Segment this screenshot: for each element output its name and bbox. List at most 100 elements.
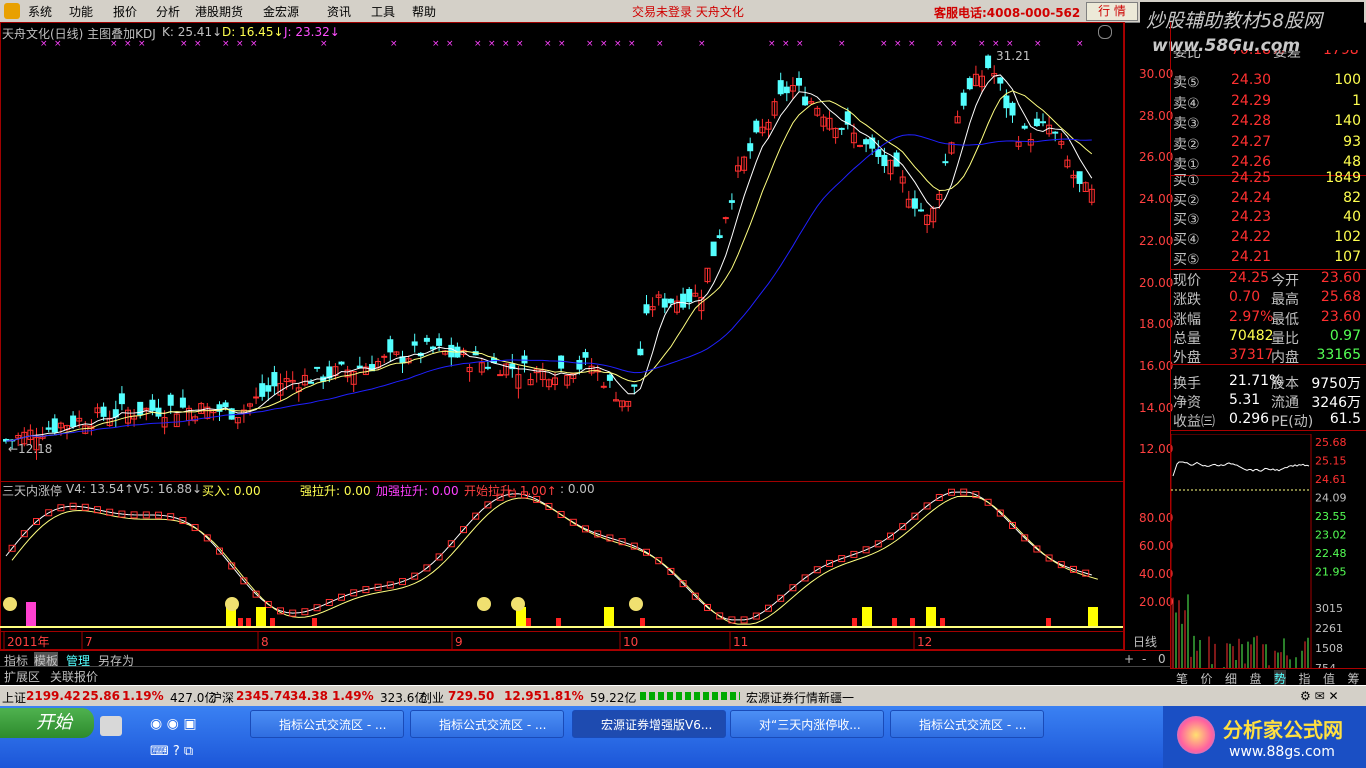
signal-mark: × bbox=[558, 39, 566, 49]
news-ticker[interactable]: 宏源证券行情新疆一 bbox=[746, 689, 854, 706]
candle-body bbox=[857, 144, 863, 147]
signal-mark: × bbox=[250, 39, 258, 49]
taskbar: 开始 ◉ ◉ ▣ 指标公式交流区 - ... 指标公式交流区 - ... 宏源证… bbox=[0, 706, 1366, 768]
price-tick: 20.00 bbox=[1139, 275, 1174, 290]
menu-function[interactable]: 功能 bbox=[69, 3, 93, 20]
candle-body bbox=[387, 339, 394, 353]
signal-mark: × bbox=[614, 39, 622, 49]
candle-body bbox=[643, 304, 650, 314]
sell-level-row[interactable]: 卖② 24.27 93 bbox=[1173, 134, 1365, 153]
low-price-label: ←12.18 bbox=[8, 442, 53, 456]
signal-bar bbox=[862, 607, 872, 627]
cy-percent: 1.81% bbox=[542, 689, 584, 703]
zoom-in-button[interactable]: + bbox=[1124, 652, 1134, 666]
x-axis-label: 10 bbox=[623, 635, 638, 649]
candle-body bbox=[70, 415, 77, 427]
signal-mark: × bbox=[502, 39, 510, 49]
stat-row: 收益㈢ 0.296 PE(动) 61.5 bbox=[1173, 411, 1361, 431]
indicator-tick: 80.00 bbox=[1139, 511, 1174, 525]
candle-body bbox=[985, 55, 992, 69]
signal-bar bbox=[26, 602, 36, 627]
mini-axis-tick: 24.61 bbox=[1315, 473, 1347, 486]
candle-body bbox=[686, 289, 693, 303]
quote-button[interactable]: 行 情 bbox=[1086, 2, 1138, 21]
desktop-icon[interactable] bbox=[100, 716, 122, 736]
taskbar-item-3[interactable]: 宏源证券增强版V6... bbox=[572, 710, 726, 738]
keyboard-help-icons[interactable]: ⌨ ? ⧉ bbox=[150, 744, 193, 759]
sell-level-row[interactable]: 卖⑤ 24.30 100 bbox=[1173, 72, 1365, 91]
app-icon[interactable] bbox=[4, 3, 20, 19]
signal-mark: × bbox=[978, 39, 986, 49]
chart-settings-icon[interactable] bbox=[1098, 25, 1112, 39]
login-notice: 交易未登录 天舟文化 bbox=[632, 5, 744, 19]
mini-frame bbox=[1171, 434, 1312, 681]
indicator-add: 加强拉升: 0.00 bbox=[376, 484, 459, 498]
mini-axis-tick: 3015 bbox=[1315, 602, 1343, 615]
candle-body bbox=[881, 154, 888, 167]
signal-bar bbox=[526, 618, 531, 627]
period-label[interactable]: 日线 bbox=[1133, 633, 1157, 650]
quicklaunch-icons[interactable]: ◉ ◉ ▣ bbox=[150, 716, 197, 732]
smiley-icon bbox=[477, 597, 491, 611]
kdj-k-value: K: 25.41↓ bbox=[162, 25, 223, 39]
menu-tools[interactable]: 工具 bbox=[371, 3, 395, 20]
candle-body bbox=[838, 127, 845, 130]
menu-analysis[interactable]: 分析 bbox=[156, 3, 180, 20]
sz-value: 2345.74 bbox=[236, 689, 291, 703]
signal-mark: × bbox=[600, 39, 608, 49]
candle-body bbox=[118, 393, 125, 405]
taskbar-item-5[interactable]: 指标公式交流区 - ... bbox=[890, 710, 1044, 738]
kline-chart-area[interactable]: × × × × × × × × × × × × × × × × × × × × × × × × × × × × × × × × × × × × × × × ×… bbox=[0, 22, 1124, 650]
candle-body bbox=[430, 346, 436, 350]
candle-body bbox=[753, 120, 760, 133]
zoom-out-button[interactable]: - bbox=[1142, 652, 1146, 666]
signal-mark: × bbox=[222, 39, 230, 49]
menu-jinhongyuan[interactable]: 金宏源 bbox=[263, 3, 299, 20]
candle-body bbox=[722, 217, 729, 220]
sell-level-row[interactable]: 卖③ 24.28 140 bbox=[1173, 113, 1365, 132]
buy-level-row[interactable]: 买⑤ 24.21 107 bbox=[1173, 249, 1365, 268]
candle-body bbox=[576, 360, 583, 370]
smiley-icon bbox=[629, 597, 643, 611]
indicator-v4: V4: 13.54↑ bbox=[66, 482, 135, 496]
tray-icons[interactable]: ⚙ ✉ ✕ bbox=[1300, 689, 1339, 703]
buy-level-row[interactable]: 买④ 24.22 102 bbox=[1173, 229, 1365, 248]
kline-svg[interactable]: × × × × × × × × × × × × × × × × × × × × × × × × × × × × × × × × × × × × × × × ×… bbox=[0, 22, 1124, 650]
menu-info[interactable]: 资讯 bbox=[327, 3, 351, 20]
candle-body bbox=[997, 77, 1004, 84]
signal-mark: × bbox=[838, 39, 846, 49]
buy-level-row[interactable]: 买② 24.24 82 bbox=[1173, 190, 1365, 209]
menu-hk-futures[interactable]: 港股期货 bbox=[195, 3, 243, 20]
signal-bar bbox=[892, 618, 897, 627]
signal-bar bbox=[604, 607, 614, 627]
taskbar-item-4[interactable]: 对“三天内涨停收... bbox=[730, 710, 884, 738]
candle-body bbox=[222, 402, 229, 408]
candle-body bbox=[918, 209, 924, 212]
indicator-line-v5 bbox=[11, 495, 1098, 625]
tab-extension[interactable]: 扩展区 bbox=[4, 668, 40, 685]
menu-system[interactable]: 系统 bbox=[28, 3, 52, 20]
candle-body bbox=[631, 384, 638, 387]
buy-level-row[interactable]: 买③ 24.23 40 bbox=[1173, 209, 1365, 228]
candle-body bbox=[960, 92, 967, 106]
candle-body bbox=[966, 78, 973, 90]
candle-body bbox=[167, 394, 174, 406]
zoom-reset-button[interactable]: 0 bbox=[1158, 652, 1166, 666]
buy-level-row[interactable]: 买① 24.25 1849 bbox=[1173, 170, 1365, 189]
mini-axis-tick: 23.02 bbox=[1315, 529, 1347, 542]
intraday-mini-chart[interactable]: 25.68 25.15 24.61 24.09 23.55 23.02 22.48 21.95… bbox=[1171, 434, 1366, 684]
signal-mark: × bbox=[698, 39, 706, 49]
menu-help[interactable]: 帮助 bbox=[412, 3, 436, 20]
start-button[interactable]: 开始 bbox=[0, 708, 94, 738]
tab-related-quote[interactable]: 关联报价 bbox=[50, 668, 98, 685]
sz-change: 34.38 bbox=[290, 689, 328, 703]
menu-quote[interactable]: 报价 bbox=[113, 3, 137, 20]
taskbar-item-2[interactable]: 指标公式交流区 - ... bbox=[410, 710, 564, 738]
signal-bar bbox=[640, 618, 645, 627]
sz-percent: 1.49% bbox=[332, 689, 374, 703]
taskbar-item-1[interactable]: 指标公式交流区 - ... bbox=[250, 710, 404, 738]
market-breadth-icon bbox=[640, 692, 740, 700]
x-axis-label: 9 bbox=[455, 635, 463, 649]
signal-mark: × bbox=[194, 39, 202, 49]
sell-level-row[interactable]: 卖④ 24.29 1 bbox=[1173, 93, 1365, 112]
